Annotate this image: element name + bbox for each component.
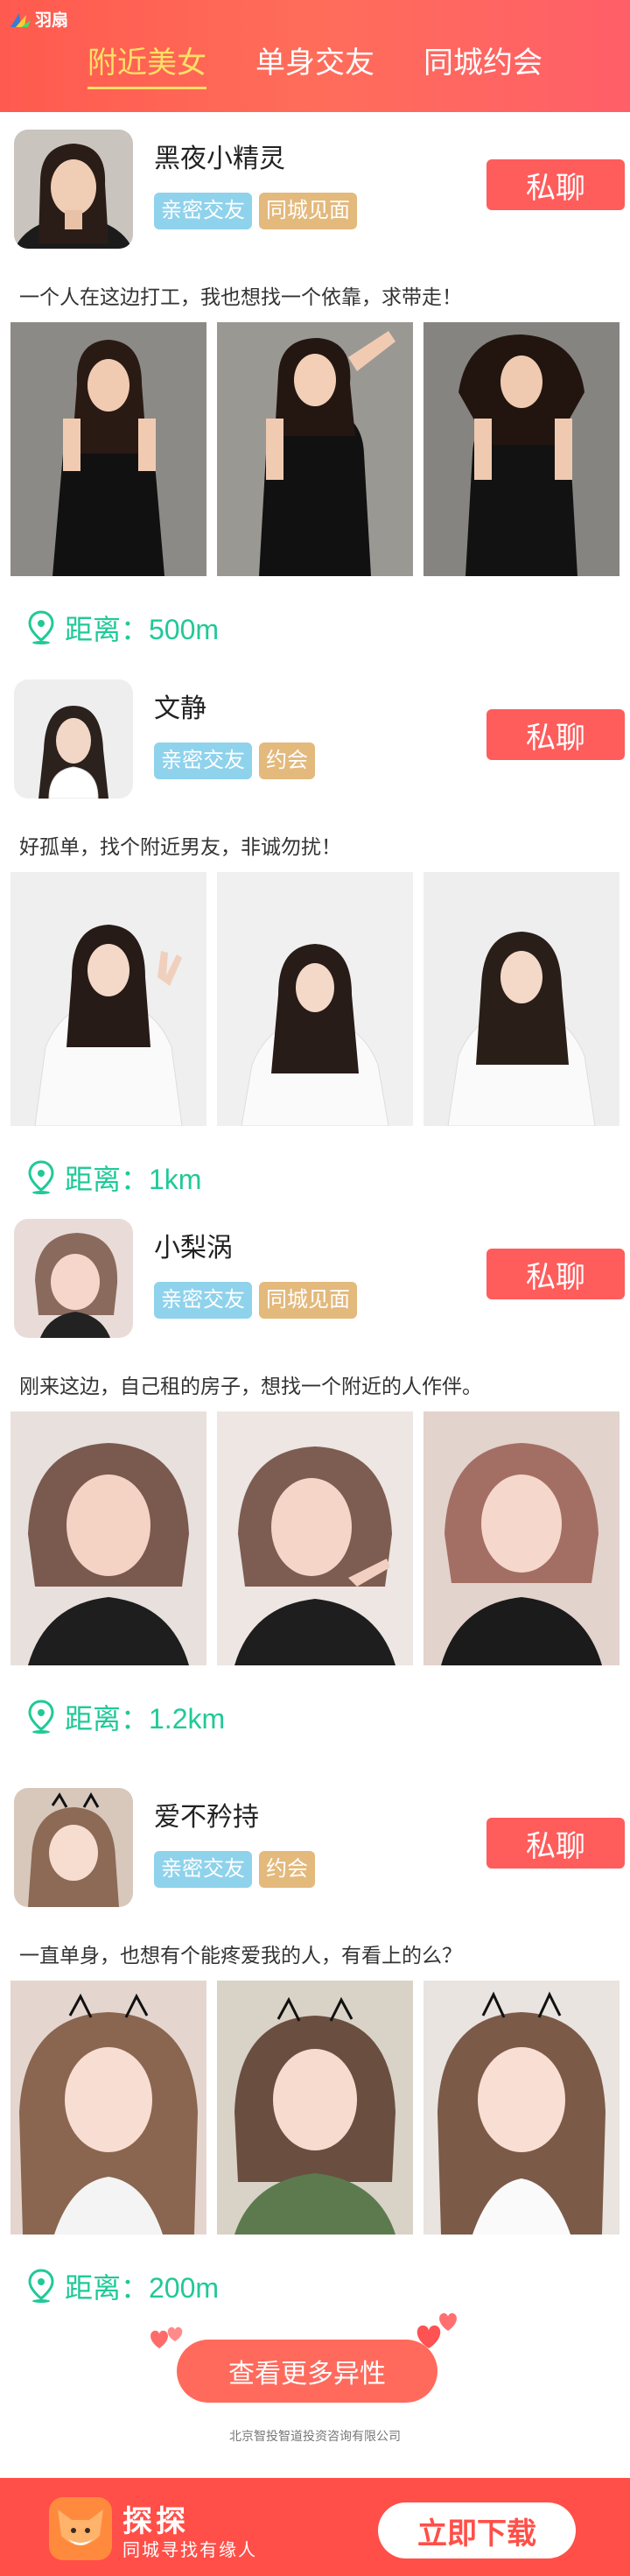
profile-photo[interactable] [217,1411,413,1665]
location-pin-icon [28,2269,54,2303]
see-more-button[interactable]: 查看更多异性 [177,2340,438,2403]
tag-badge: 同城见面 [259,193,357,229]
distance-info: 距离：500m [28,608,219,648]
profile-photo[interactable] [217,322,413,576]
private-chat-button[interactable]: 私聊 [486,1249,625,1299]
profile-bio: 一个人在这边打工，我也想找一个依靠，求带走！ [19,285,462,308]
app-slogan: 同城寻找有缘人 [122,2541,257,2560]
tag-badge: 亲密交友 [154,1851,252,1888]
app-logo: 羽扇 [9,7,68,31]
avatar[interactable] [14,1219,133,1338]
app-download-banner: 探探 同城寻找有缘人 立即下载 [0,2478,630,2576]
company-name: 北京智投智道投资咨询有限公司 [229,2429,401,2443]
fox-app-icon [49,2497,112,2560]
distance-info: 距离：1.2km [28,1697,225,1737]
private-chat-button[interactable]: 私聊 [486,159,625,210]
tab-local-date[interactable]: 同城约会 [424,39,542,89]
tag-list: 亲密交友 同城见面 [154,193,357,229]
profile-photo[interactable] [424,1411,620,1665]
profile-photo[interactable] [424,872,620,1126]
avatar[interactable] [14,679,133,799]
profile-photo[interactable] [217,1981,413,2235]
download-button[interactable]: 立即下载 [378,2502,576,2558]
tag-badge: 约会 [259,1851,315,1888]
tag-badge: 亲密交友 [154,193,252,229]
tag-list: 亲密交友 约会 [154,1851,315,1888]
distance-text: 距离：500m [65,614,220,645]
profile-name: 爱不矜持 [154,1803,259,1832]
tab-nearby-girls[interactable]: 附近美女 [88,39,206,89]
avatar[interactable] [14,130,133,249]
location-pin-icon [28,1160,54,1194]
logo-text: 羽扇 [35,11,69,30]
distance-text: 距离：1.2km [65,1703,226,1735]
distance-text: 距离：200m [65,2272,220,2304]
photo-row [10,1411,621,1665]
profile-bio: 一直单身，也想有个能疼爱我的人，有看上的么？ [19,1944,462,1967]
distance-info: 距离：1km [28,1158,201,1198]
photo-row [10,872,621,1126]
profile-photo[interactable] [10,322,206,576]
profile-name: 黑夜小精灵 [154,144,285,173]
private-chat-button[interactable]: 私聊 [486,1818,625,1869]
app-icon [49,2497,112,2560]
distance-text: 距离：1km [65,1164,202,1195]
photo-row [10,322,621,576]
tag-list: 亲密交友 约会 [154,743,315,779]
nav-tabs: 附近美女 单身交友 同城约会 [0,39,630,89]
location-pin-icon [28,1700,54,1734]
app-name: 探探 [122,2505,189,2538]
profile-name: 小梨涡 [154,1234,233,1263]
profile-photo[interactable] [424,1981,620,2235]
avatar[interactable] [14,1788,133,1907]
tag-badge: 约会 [259,743,315,779]
profile-bio: 好孤单，找个附近男友，非诚勿扰！ [19,835,341,858]
tag-badge: 亲密交友 [154,1282,252,1319]
profile-photo[interactable] [10,872,206,1126]
photo-row [10,1981,621,2235]
fan-logo-icon [10,12,31,27]
profile-photo[interactable] [217,872,413,1126]
profile-photo[interactable] [10,1411,206,1665]
tag-badge: 亲密交友 [154,743,252,779]
tag-list: 亲密交友 同城见面 [154,1282,357,1319]
tab-singles-dating[interactable]: 单身交友 [256,39,374,89]
location-pin-icon [28,610,54,644]
tag-badge: 同城见面 [259,1282,357,1319]
profile-photo[interactable] [424,322,620,576]
profile-photo[interactable] [10,1981,206,2235]
profile-bio: 刚来这边，自己租的房子，想找一个附近的人作伴。 [19,1375,482,1397]
profile-name: 文静 [154,694,206,723]
private-chat-button[interactable]: 私聊 [486,709,625,760]
top-header: 羽扇 附近美女 单身交友 同城约会 [0,0,630,112]
distance-info: 距离：200m [28,2266,219,2306]
